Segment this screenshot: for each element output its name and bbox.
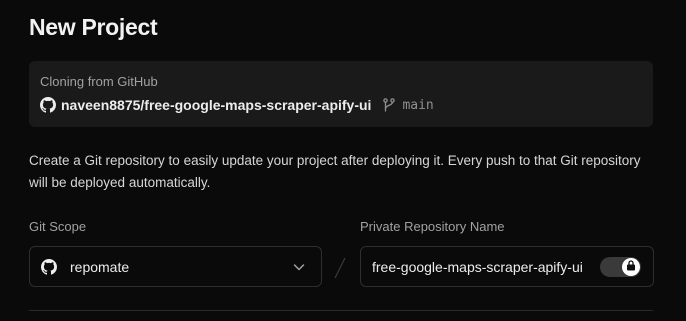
page-title: New Project xyxy=(29,14,158,40)
git-scope-value: repomate xyxy=(70,258,130,275)
new-project-page: New Project Cloning from GitHub naveen88… xyxy=(0,0,686,321)
github-icon xyxy=(41,258,57,275)
clone-repo-row: naveen8875/free-google-maps-scraper-apif… xyxy=(40,94,434,116)
clone-source-label: Cloning from GitHub xyxy=(40,74,158,89)
repo-name-field xyxy=(360,246,654,287)
repo-name-label: Private Repository Name xyxy=(360,219,505,234)
clone-source-panel: Cloning from GitHub naveen8875/free-goog… xyxy=(29,61,653,127)
clone-repo-link[interactable]: naveen8875/free-google-maps-scraper-apif… xyxy=(61,97,371,113)
scope-separator-slash xyxy=(333,256,347,280)
private-repo-toggle[interactable] xyxy=(600,257,641,277)
toggle-knob xyxy=(622,258,640,276)
github-icon xyxy=(40,97,56,113)
git-branch-icon xyxy=(381,97,397,113)
repository-description: Create a Git repository to easily update… xyxy=(29,153,641,190)
git-scope-label: Git Scope xyxy=(29,219,87,234)
repo-name-input[interactable] xyxy=(361,247,589,286)
git-scope-select[interactable]: repomate xyxy=(29,246,322,287)
lock-icon xyxy=(626,258,636,276)
clone-branch-name: main xyxy=(402,97,434,113)
section-divider xyxy=(29,310,653,311)
chevron-down-icon xyxy=(291,259,307,275)
